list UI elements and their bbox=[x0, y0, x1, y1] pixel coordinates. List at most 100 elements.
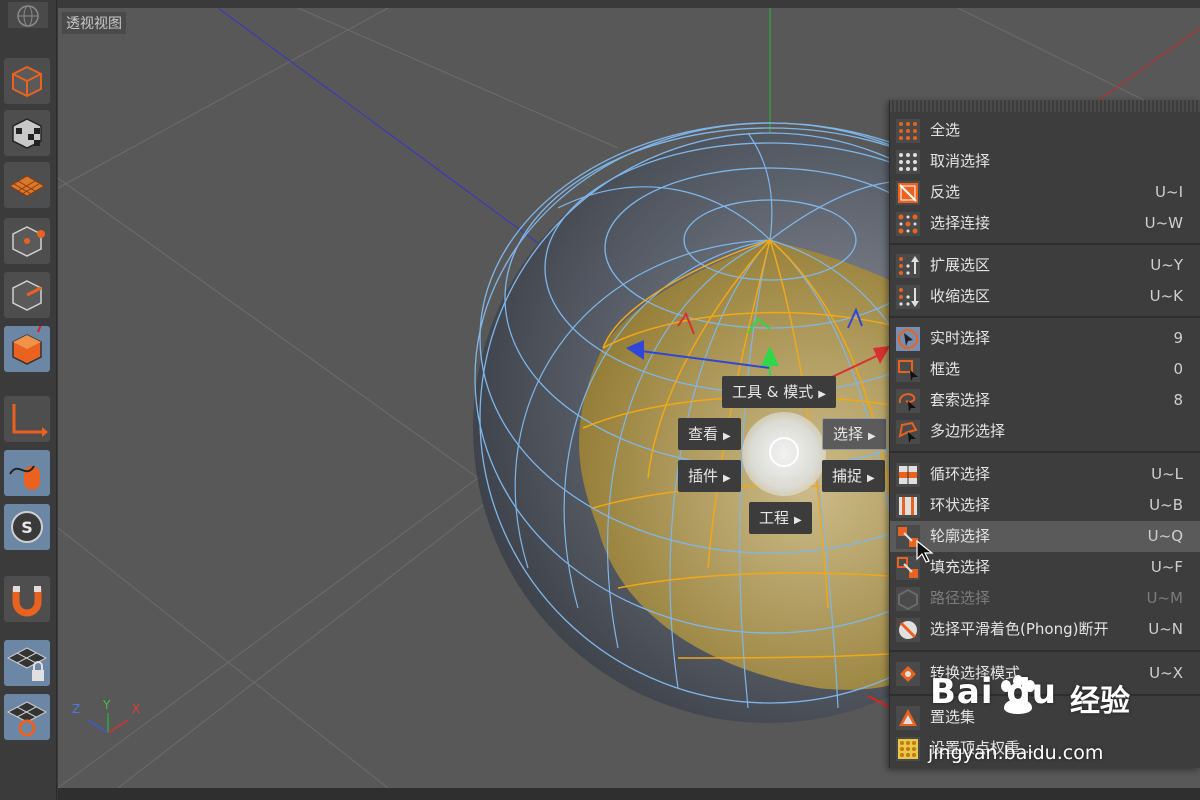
axis-gizmo bbox=[87, 713, 129, 734]
caret-right-icon: ▶ bbox=[723, 473, 731, 484]
radial-project-button[interactable]: 工程 ▶ bbox=[749, 502, 812, 534]
grow-selection-icon bbox=[896, 254, 920, 278]
menu-item-shortcut: U~N bbox=[1148, 620, 1183, 638]
radial-snap-label: 捕捉 bbox=[832, 467, 863, 485]
loop-selection-icon bbox=[896, 463, 920, 487]
menu-item-label: 实时选择 bbox=[930, 329, 991, 347]
radial-view-label: 查看 bbox=[688, 425, 719, 443]
radial-plugins-button[interactable]: 插件 ▶ bbox=[678, 460, 741, 492]
globe-icon[interactable] bbox=[8, 2, 48, 28]
radial-snap-button[interactable]: 捕捉 ▶ bbox=[822, 460, 885, 492]
select-all-icon bbox=[896, 119, 920, 143]
menu-divider bbox=[890, 650, 1200, 652]
menu-item-loop-selection[interactable]: 循环选择 U~L bbox=[890, 459, 1200, 490]
menu-item-shortcut: U~Y bbox=[1150, 256, 1183, 274]
menu-item-fill-selection[interactable]: 填充选择 U~F bbox=[890, 552, 1200, 583]
watermark-brand: 经验 bbox=[1070, 684, 1130, 719]
menu-item-lasso-selection[interactable]: 套索选择 8 bbox=[890, 385, 1200, 416]
menu-divider bbox=[890, 243, 1200, 245]
menu-item-invert-selection[interactable]: 反选 U~I bbox=[890, 177, 1200, 208]
menu-item-shortcut: U~K bbox=[1149, 287, 1183, 305]
menu-item-label: 选择平滑着色(Phong)断开 bbox=[930, 620, 1109, 638]
axis-y-label: Y bbox=[103, 698, 111, 712]
menu-item-shortcut: U~I bbox=[1155, 183, 1183, 201]
polygons-mode-icon[interactable] bbox=[4, 326, 50, 372]
viewport-title[interactable]: 透视视图 bbox=[62, 12, 126, 34]
snap-magnet-icon[interactable] bbox=[4, 576, 50, 622]
menu-item-label: 全选 bbox=[930, 121, 961, 139]
menu-item-label: 轮廓选择 bbox=[930, 527, 991, 545]
locked-workplane-icon[interactable] bbox=[4, 640, 50, 686]
radial-plugins-label: 插件 bbox=[688, 467, 719, 485]
phong-break-selection-icon bbox=[896, 618, 920, 642]
menu-item-shortcut: U~W bbox=[1144, 214, 1183, 232]
axis-z-label: Z bbox=[72, 702, 81, 716]
radial-tools-modes-label: 工具 & 模式 bbox=[732, 383, 814, 401]
menu-item-label: 多边形选择 bbox=[930, 422, 1006, 440]
menu-item-select-all[interactable]: 全选 bbox=[890, 115, 1200, 146]
select-connected-icon bbox=[896, 212, 920, 236]
caret-right-icon: ▶ bbox=[868, 431, 876, 442]
menu-item-label: 收缩选区 bbox=[930, 287, 991, 305]
solo-icon[interactable]: S bbox=[4, 504, 50, 550]
grid-workplane-icon[interactable] bbox=[4, 162, 50, 208]
menu-item-label: 路径选择 bbox=[930, 589, 991, 607]
timeline-bar bbox=[58, 788, 1200, 800]
left-toolbar: S bbox=[0, 0, 57, 800]
menu-item-phong-break-selection[interactable]: 选择平滑着色(Phong)断开 U~N bbox=[890, 614, 1200, 645]
menu-item-label: 套索选择 bbox=[930, 391, 991, 409]
radial-view-button[interactable]: 查看 ▶ bbox=[678, 418, 741, 450]
menu-item-grow-selection[interactable]: 扩展选区 U~Y bbox=[890, 250, 1200, 281]
lasso-selection-icon bbox=[896, 389, 920, 413]
shrink-selection-icon bbox=[896, 285, 920, 309]
caret-right-icon: ▶ bbox=[818, 389, 826, 400]
menu-item-select-connected[interactable]: 选择连接 U~W bbox=[890, 208, 1200, 239]
menu-item-label: 循环选择 bbox=[930, 465, 991, 483]
menu-item-label: 填充选择 bbox=[930, 558, 991, 576]
caret-right-icon: ▶ bbox=[723, 431, 731, 442]
menu-item-shortcut: 9 bbox=[1173, 329, 1183, 347]
checker-cube-texture-icon[interactable] bbox=[4, 110, 50, 156]
menu-item-rectangle-selection[interactable]: 框选 0 bbox=[890, 354, 1200, 385]
convert-selection-icon bbox=[896, 662, 920, 686]
tweak-mouse-icon[interactable] bbox=[4, 450, 50, 496]
radial-select-label: 选择 bbox=[833, 425, 864, 443]
menu-item-polygon-selection[interactable]: 多边形选择 bbox=[890, 416, 1200, 447]
menu-item-shortcut: U~Q bbox=[1147, 527, 1183, 545]
ring-selection-icon bbox=[896, 494, 920, 518]
caret-right-icon: ▶ bbox=[867, 473, 875, 484]
menu-item-shortcut: 8 bbox=[1173, 391, 1183, 409]
select-submenu: 全选 取消选择 反选 U~I 选择连接 U~W 扩展选区 U~Y 收缩选区 U~K 实时… bbox=[889, 100, 1200, 768]
caret-right-icon: ▶ bbox=[794, 515, 802, 526]
axis-icon[interactable] bbox=[4, 396, 50, 442]
menu-item-ring-selection[interactable]: 环状选择 U~B bbox=[890, 490, 1200, 521]
radial-tools-modes-button[interactable]: 工具 & 模式 ▶ bbox=[722, 376, 836, 408]
vertex-weight-icon bbox=[896, 737, 920, 761]
cube-object-mode-icon[interactable] bbox=[4, 58, 50, 104]
menu-item-shortcut: U~F bbox=[1150, 558, 1183, 576]
menu-grip[interactable] bbox=[890, 100, 1200, 112]
set-selection-icon bbox=[896, 706, 920, 730]
menu-item-label: 反选 bbox=[930, 183, 961, 201]
mouse-cursor-icon bbox=[916, 539, 934, 564]
menu-item-label: 扩展选区 bbox=[930, 256, 991, 274]
polygon-selection-icon bbox=[896, 420, 920, 444]
points-mode-icon[interactable] bbox=[4, 218, 50, 264]
menu-item-outline-selection[interactable]: 轮廓选择 U~Q bbox=[890, 521, 1200, 552]
paw-icon bbox=[996, 674, 1040, 718]
radial-project-label: 工程 bbox=[759, 509, 790, 527]
menu-item-path-selection[interactable]: 路径选择 U~M bbox=[890, 583, 1200, 614]
edges-mode-icon[interactable] bbox=[4, 272, 50, 318]
rectangle-selection-icon bbox=[896, 358, 920, 382]
radial-select-button[interactable]: 选择 ▶ bbox=[822, 418, 887, 450]
menu-item-shortcut: U~L bbox=[1151, 465, 1183, 483]
menu-item-shrink-selection[interactable]: 收缩选区 U~K bbox=[890, 281, 1200, 312]
planar-workplane-icon[interactable] bbox=[4, 694, 50, 740]
radial-menu-center[interactable] bbox=[769, 437, 799, 467]
menu-divider bbox=[890, 451, 1200, 453]
menu-item-deselect-all[interactable]: 取消选择 bbox=[890, 146, 1200, 177]
menu-item-shortcut: U~B bbox=[1149, 496, 1183, 514]
path-selection-icon bbox=[896, 587, 920, 611]
menu-item-live-selection[interactable]: 实时选择 9 bbox=[890, 323, 1200, 354]
watermark-url: jingyan.baidu.com bbox=[928, 742, 1104, 764]
